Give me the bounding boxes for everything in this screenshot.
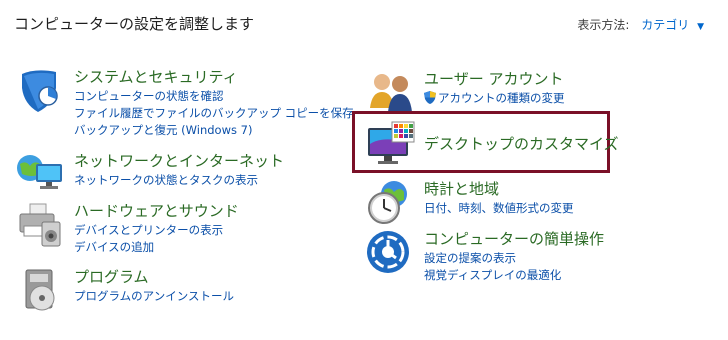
desktop-icon — [368, 121, 415, 164]
printer-icon — [19, 203, 61, 247]
link-optimize-display[interactable]: 視覚ディスプレイの最適化 — [424, 267, 561, 284]
clock-icon — [368, 181, 407, 224]
link-add-device[interactable]: デバイスの追加 — [74, 239, 223, 256]
category-title-system-security[interactable]: システムとセキュリティ — [74, 66, 238, 87]
link-file-history[interactable]: ファイル履歴でファイルのバックアップ コピーを保存 — [74, 105, 354, 122]
link-check-status[interactable]: コンピューターの状態を確認 — [74, 88, 354, 105]
link-change-account-type[interactable]: アカウントの種類の変更 — [424, 90, 565, 107]
category-title-network[interactable]: ネットワークとインターネット — [74, 150, 284, 171]
view-by: 表示方法: カテゴリ ▼ — [577, 16, 704, 33]
link-devices-printers[interactable]: デバイスとプリンターの表示 — [74, 222, 223, 239]
category-title-user-accounts[interactable]: ユーザー アカウント — [424, 68, 563, 89]
programs-icon — [25, 269, 55, 311]
ease-of-access-icon — [367, 231, 409, 273]
network-icon — [17, 155, 62, 189]
category-title-ease-of-access[interactable]: コンピューターの簡単操作 — [424, 228, 604, 249]
category-title-clock-region[interactable]: 時計と地域 — [424, 178, 499, 199]
category-title-hardware-sound[interactable]: ハードウェアとサウンド — [74, 200, 239, 221]
link-backup-restore[interactable]: バックアップと復元 (Windows 7) — [74, 122, 354, 139]
category-title-desktop-customization[interactable]: デスクトップのカスタマイズ — [424, 133, 619, 154]
shield-icon — [22, 70, 58, 112]
link-change-account-type-label: アカウントの種類の変更 — [438, 91, 565, 105]
view-by-label: 表示方法: — [577, 18, 630, 32]
uac-shield-icon — [424, 91, 436, 104]
link-uninstall[interactable]: プログラムのアンインストール — [74, 288, 234, 305]
chevron-down-icon[interactable]: ▼ — [697, 22, 704, 32]
page-title: コンピューターの設定を調整します — [14, 15, 255, 33]
category-title-programs[interactable]: プログラム — [74, 266, 149, 287]
link-date-time-format[interactable]: 日付、時刻、数値形式の変更 — [424, 200, 574, 217]
link-suggestions[interactable]: 設定の提案の表示 — [424, 250, 561, 267]
view-by-dropdown[interactable]: カテゴリ — [641, 18, 689, 32]
link-network-status[interactable]: ネットワークの状態とタスクの表示 — [74, 172, 258, 189]
